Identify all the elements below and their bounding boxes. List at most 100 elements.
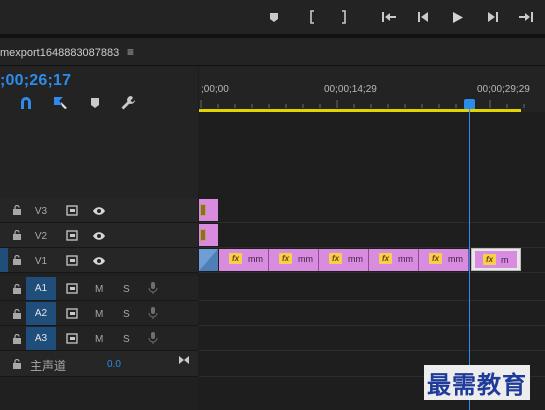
linked-selection-icon[interactable] [51,94,69,112]
sync-lock-icon[interactable] [66,283,80,295]
track-label-v2[interactable]: V2 [26,231,56,242]
step-back-button[interactable] [413,7,433,27]
track-label-v1[interactable]: V1 [26,256,56,267]
transition-clip-v1[interactable] [199,249,218,271]
sequence-tab[interactable]: mexport1648883087883 ≡ [0,38,545,66]
mute-button-a1[interactable]: M [95,284,103,295]
fx-badge: fx [379,253,392,264]
track-lane-a1[interactable] [199,276,545,301]
track-lane-v2[interactable] [199,223,545,248]
transition-icon [199,249,218,271]
wrench-settings-icon[interactable] [119,94,137,112]
magnet-snap-icon[interactable] [17,94,35,112]
clip-v1[interactable]: fx mm [369,249,419,271]
clip-thumbnail [200,204,206,216]
sync-lock-icon[interactable] [66,230,80,242]
fx-badge: fx [229,253,242,264]
ruler-ticks [200,100,525,108]
track-header-a3: A3 M S [0,326,198,351]
clip-name: mm [448,254,463,264]
clip-name: mm [348,254,363,264]
mute-button-a2[interactable]: M [95,309,103,320]
track-label-a3[interactable]: A3 [26,327,56,350]
track-label-a1[interactable]: A1 [26,277,56,300]
time-ruler[interactable]: ;00;00 00;00;14;29 00;00;29;29 [199,66,545,112]
lock-icon[interactable] [12,334,22,344]
clip-v1[interactable]: fx mm [319,249,369,271]
sync-lock-icon[interactable] [66,255,80,267]
sync-lock-icon[interactable] [66,333,80,345]
track-lane-a3[interactable] [199,326,545,351]
playhead-timecode[interactable]: ;00;26;17 [0,72,71,90]
clip-thumbnail [200,229,206,241]
go-to-out-button[interactable] [516,7,536,27]
timeline-header: ;00;26;17 [0,66,198,198]
panel-menu-icon[interactable]: ≡ [127,45,134,59]
ruler-label-end: 00;00;29;29 [477,84,530,95]
track-header-a1: A1 M S [0,276,198,301]
clip-v3[interactable] [199,199,218,221]
fx-badge: fx [279,253,292,264]
mark-in-icon [310,10,314,24]
ruler-label-mid: 00;00;14;29 [324,84,377,95]
sync-lock-icon[interactable] [66,308,80,320]
go-to-in-icon [382,12,396,22]
track-header-v2: V2 [0,223,198,248]
playhead-line[interactable] [469,101,470,410]
solo-button-a2[interactable]: S [123,309,130,320]
lock-icon[interactable] [12,230,22,240]
fx-badge: fx [329,253,342,264]
step-forward-icon [488,12,498,22]
lock-icon[interactable] [12,205,22,215]
microphone-icon[interactable] [146,332,160,344]
clip-v1[interactable]: fx mm [219,249,269,271]
microphone-icon[interactable] [146,282,160,294]
track-header-master: 主声道 0.0 [0,351,198,377]
lock-icon[interactable] [12,309,22,319]
track-header-v3: V3 [0,198,198,223]
play-button[interactable] [448,7,468,27]
mark-out-button[interactable] [334,7,354,27]
clip-v1[interactable]: fx mm [419,249,469,271]
solo-button-a3[interactable]: S [123,334,130,345]
sync-lock-icon[interactable] [66,205,80,217]
sequence-title: mexport1648883087883 [0,47,120,59]
track-header-v1: V1 [0,248,198,273]
step-forward-button[interactable] [483,7,503,27]
eye-icon[interactable] [92,255,106,267]
track-header-a2: A2 M S [0,301,198,326]
eye-icon[interactable] [92,230,106,242]
go-to-in-button[interactable] [379,7,399,27]
go-to-end-icon[interactable] [178,355,190,365]
fx-badge: fx [483,254,496,265]
microphone-icon[interactable] [146,307,160,319]
track-lane-v3[interactable] [199,198,545,223]
track-label-a2[interactable]: A2 [26,302,56,325]
add-marker-icon[interactable] [86,94,104,112]
clip-name: mm [398,254,413,264]
ruler-label-start: ;00;00 [201,84,229,95]
master-track-label: 主声道 [30,359,67,373]
add-marker-button[interactable] [264,7,284,27]
clip-name: m [501,255,509,265]
selected-clip-v1[interactable]: fx m [471,248,521,271]
clip-name: mm [298,254,313,264]
mark-in-button[interactable] [302,7,322,27]
mark-out-icon [342,10,346,24]
master-volume-value[interactable]: 0.0 [107,359,121,370]
track-lane-a2[interactable] [199,301,545,326]
fx-badge: fx [429,253,442,264]
play-icon [453,11,463,23]
clip-v2[interactable] [199,224,218,246]
solo-button-a1[interactable]: S [123,284,130,295]
mute-button-a3[interactable]: M [95,334,103,345]
eye-icon[interactable] [92,205,106,217]
clip-v1[interactable]: fx mm [269,249,319,271]
lock-icon[interactable] [12,359,22,369]
lock-icon[interactable] [12,284,22,294]
track-label-v3[interactable]: V3 [26,206,56,217]
source-patch-v1[interactable] [0,248,8,272]
lock-icon[interactable] [12,255,22,265]
watermark-text: 最需教育 [424,365,530,400]
clip-body [475,251,517,268]
